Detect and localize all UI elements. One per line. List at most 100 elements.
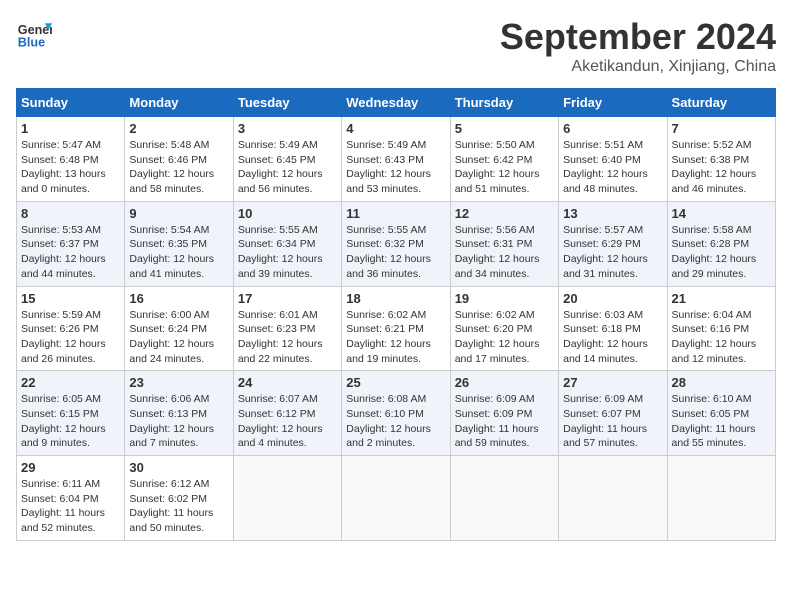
col-monday: Monday xyxy=(125,89,233,117)
calendar-day-cell: 21 Sunrise: 6:04 AMSunset: 6:16 PMDayligh… xyxy=(667,286,775,371)
calendar-day-cell: 4 Sunrise: 5:49 AMSunset: 6:43 PMDaylight… xyxy=(342,117,450,202)
day-info: Sunrise: 6:11 AMSunset: 6:04 PMDaylight:… xyxy=(21,477,120,536)
col-sunday: Sunday xyxy=(17,89,125,117)
calendar-empty-cell xyxy=(233,456,341,541)
calendar-day-cell: 7Sunrise: 5:52 AMSunset: 6:38 PMDaylight… xyxy=(667,117,775,202)
day-info: Sunrise: 6:12 AMSunset: 6:02 PMDaylight:… xyxy=(129,477,228,536)
calendar-week-row: 29 Sunrise: 6:11 AMSunset: 6:04 PMDayligh… xyxy=(17,456,776,541)
day-info: Sunrise: 5:58 AMSunset: 6:28 PMDaylight:… xyxy=(672,223,771,282)
calendar-day-cell: 16 Sunrise: 6:00 AMSunset: 6:24 PMDayligh… xyxy=(125,286,233,371)
logo-icon: General Blue xyxy=(16,16,52,52)
svg-text:Blue: Blue xyxy=(18,36,45,50)
day-number: 20 xyxy=(563,291,662,306)
calendar-week-row: 1 Sunrise: 5:47 AMSunset: 6:48 PMDaylight… xyxy=(17,117,776,202)
calendar-week-row: 8Sunrise: 5:53 AMSunset: 6:37 PMDaylight… xyxy=(17,201,776,286)
calendar-empty-cell xyxy=(342,456,450,541)
day-number: 22 xyxy=(21,375,120,390)
day-number: 7 xyxy=(672,121,771,136)
day-info: Sunrise: 5:50 AMSunset: 6:42 PMDaylight:… xyxy=(455,138,554,197)
day-info: Sunrise: 5:59 AMSunset: 6:26 PMDaylight:… xyxy=(21,308,120,367)
logo: General Blue xyxy=(16,16,52,52)
day-info: Sunrise: 6:09 AMSunset: 6:07 PMDaylight:… xyxy=(563,392,662,451)
calendar-week-row: 15 Sunrise: 5:59 AMSunset: 6:26 PMDayligh… xyxy=(17,286,776,371)
day-number: 25 xyxy=(346,375,445,390)
day-info: Sunrise: 5:53 AMSunset: 6:37 PMDaylight:… xyxy=(21,223,120,282)
calendar-day-cell: 2 Sunrise: 5:48 AMSunset: 6:46 PMDaylight… xyxy=(125,117,233,202)
calendar-day-cell: 14 Sunrise: 5:58 AMSunset: 6:28 PMDayligh… xyxy=(667,201,775,286)
day-number: 29 xyxy=(21,460,120,475)
calendar-day-cell: 25 Sunrise: 6:08 AMSunset: 6:10 PMDayligh… xyxy=(342,371,450,456)
day-number: 11 xyxy=(346,206,445,221)
col-thursday: Thursday xyxy=(450,89,558,117)
calendar-day-cell: 12 Sunrise: 5:56 AMSunset: 6:31 PMDayligh… xyxy=(450,201,558,286)
calendar-day-cell: 22Sunrise: 6:05 AMSunset: 6:15 PMDayligh… xyxy=(17,371,125,456)
col-friday: Friday xyxy=(559,89,667,117)
day-info: Sunrise: 6:01 AMSunset: 6:23 PMDaylight:… xyxy=(238,308,337,367)
col-saturday: Saturday xyxy=(667,89,775,117)
day-info: Sunrise: 5:49 AMSunset: 6:43 PMDaylight:… xyxy=(346,138,445,197)
day-number: 6 xyxy=(563,121,662,136)
col-wednesday: Wednesday xyxy=(342,89,450,117)
calendar-empty-cell xyxy=(559,456,667,541)
calendar-table: Sunday Monday Tuesday Wednesday Thursday… xyxy=(16,88,776,541)
day-number: 19 xyxy=(455,291,554,306)
col-tuesday: Tuesday xyxy=(233,89,341,117)
calendar-empty-cell xyxy=(450,456,558,541)
day-info: Sunrise: 5:51 AMSunset: 6:40 PMDaylight:… xyxy=(563,138,662,197)
day-info: Sunrise: 5:48 AMSunset: 6:46 PMDaylight:… xyxy=(129,138,228,197)
day-info: Sunrise: 6:00 AMSunset: 6:24 PMDaylight:… xyxy=(129,308,228,367)
calendar-empty-cell xyxy=(667,456,775,541)
day-number: 2 xyxy=(129,121,228,136)
day-number: 12 xyxy=(455,206,554,221)
calendar-day-cell: 9 Sunrise: 5:54 AMSunset: 6:35 PMDaylight… xyxy=(125,201,233,286)
calendar-day-cell: 8Sunrise: 5:53 AMSunset: 6:37 PMDaylight… xyxy=(17,201,125,286)
day-info: Sunrise: 6:02 AMSunset: 6:20 PMDaylight:… xyxy=(455,308,554,367)
day-info: Sunrise: 6:09 AMSunset: 6:09 PMDaylight:… xyxy=(455,392,554,451)
day-info: Sunrise: 6:08 AMSunset: 6:10 PMDaylight:… xyxy=(346,392,445,451)
calendar-day-cell: 10Sunrise: 5:55 AMSunset: 6:34 PMDayligh… xyxy=(233,201,341,286)
calendar-day-cell: 23Sunrise: 6:06 AMSunset: 6:13 PMDayligh… xyxy=(125,371,233,456)
day-number: 26 xyxy=(455,375,554,390)
calendar-day-cell: 3Sunrise: 5:49 AMSunset: 6:45 PMDaylight… xyxy=(233,117,341,202)
day-number: 21 xyxy=(672,291,771,306)
header: General Blue September 2024 Aketikandun,… xyxy=(16,16,776,76)
calendar-day-cell: 29 Sunrise: 6:11 AMSunset: 6:04 PMDayligh… xyxy=(17,456,125,541)
day-info: Sunrise: 5:49 AMSunset: 6:45 PMDaylight:… xyxy=(238,138,337,197)
calendar-day-cell: 24 Sunrise: 6:07 AMSunset: 6:12 PMDayligh… xyxy=(233,371,341,456)
day-number: 24 xyxy=(238,375,337,390)
day-info: Sunrise: 5:55 AMSunset: 6:32 PMDaylight:… xyxy=(346,223,445,282)
calendar-day-cell: 15 Sunrise: 5:59 AMSunset: 6:26 PMDayligh… xyxy=(17,286,125,371)
day-number: 28 xyxy=(672,375,771,390)
day-info: Sunrise: 5:47 AMSunset: 6:48 PMDaylight:… xyxy=(21,138,120,197)
location-subtitle: Aketikandun, Xinjiang, China xyxy=(500,58,776,76)
calendar-day-cell: 6 Sunrise: 5:51 AMSunset: 6:40 PMDaylight… xyxy=(559,117,667,202)
day-info: Sunrise: 5:56 AMSunset: 6:31 PMDaylight:… xyxy=(455,223,554,282)
day-number: 5 xyxy=(455,121,554,136)
day-info: Sunrise: 6:06 AMSunset: 6:13 PMDaylight:… xyxy=(129,392,228,451)
calendar-day-cell: 27 Sunrise: 6:09 AMSunset: 6:07 PMDayligh… xyxy=(559,371,667,456)
day-info: Sunrise: 6:07 AMSunset: 6:12 PMDaylight:… xyxy=(238,392,337,451)
day-info: Sunrise: 6:10 AMSunset: 6:05 PMDaylight:… xyxy=(672,392,771,451)
calendar-day-cell: 20Sunrise: 6:03 AMSunset: 6:18 PMDayligh… xyxy=(559,286,667,371)
day-number: 15 xyxy=(21,291,120,306)
day-number: 17 xyxy=(238,291,337,306)
day-number: 1 xyxy=(21,121,120,136)
day-number: 30 xyxy=(129,460,228,475)
day-number: 27 xyxy=(563,375,662,390)
day-number: 4 xyxy=(346,121,445,136)
day-info: Sunrise: 5:55 AMSunset: 6:34 PMDaylight:… xyxy=(238,223,337,282)
calendar-day-cell: 13Sunrise: 5:57 AMSunset: 6:29 PMDayligh… xyxy=(559,201,667,286)
calendar-day-cell: 11 Sunrise: 5:55 AMSunset: 6:32 PMDayligh… xyxy=(342,201,450,286)
day-info: Sunrise: 6:04 AMSunset: 6:16 PMDaylight:… xyxy=(672,308,771,367)
day-number: 18 xyxy=(346,291,445,306)
day-number: 9 xyxy=(129,206,228,221)
calendar-week-row: 22Sunrise: 6:05 AMSunset: 6:15 PMDayligh… xyxy=(17,371,776,456)
calendar-day-cell: 17 Sunrise: 6:01 AMSunset: 6:23 PMDayligh… xyxy=(233,286,341,371)
calendar-day-cell: 1 Sunrise: 5:47 AMSunset: 6:48 PMDaylight… xyxy=(17,117,125,202)
calendar-day-cell: 18Sunrise: 6:02 AMSunset: 6:21 PMDayligh… xyxy=(342,286,450,371)
calendar-day-cell: 26 Sunrise: 6:09 AMSunset: 6:09 PMDayligh… xyxy=(450,371,558,456)
day-number: 13 xyxy=(563,206,662,221)
day-number: 14 xyxy=(672,206,771,221)
day-number: 16 xyxy=(129,291,228,306)
day-info: Sunrise: 5:54 AMSunset: 6:35 PMDaylight:… xyxy=(129,223,228,282)
